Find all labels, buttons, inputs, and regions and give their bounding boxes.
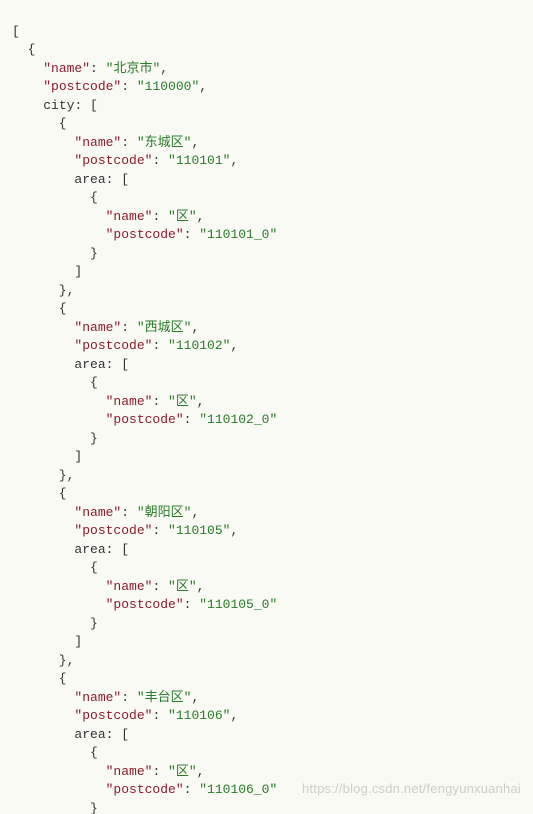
code-line: { bbox=[12, 560, 98, 575]
code-line: "name": "丰台区", bbox=[12, 690, 199, 705]
code-line: "postcode": "110105", bbox=[12, 523, 238, 538]
code-line: ] bbox=[12, 634, 82, 649]
code-line: "name": "区", bbox=[12, 579, 204, 594]
code-line: "name": "区", bbox=[12, 764, 204, 779]
code-block: [ { "name": "北京市", "postcode": "110000",… bbox=[0, 0, 533, 814]
code-line: { bbox=[12, 190, 98, 205]
code-line: area: [ bbox=[12, 727, 129, 742]
code-line: }, bbox=[12, 283, 74, 298]
code-line: [ bbox=[12, 24, 20, 39]
code-line: "postcode": "110106_0" bbox=[12, 782, 277, 797]
code-line: "name": "区", bbox=[12, 209, 204, 224]
code-line: "postcode": "110000", bbox=[12, 79, 207, 94]
code-line: ] bbox=[12, 449, 82, 464]
code-line: } bbox=[12, 801, 98, 814]
code-line: "postcode": "110101", bbox=[12, 153, 238, 168]
code-line: ] bbox=[12, 264, 82, 279]
code-line: }, bbox=[12, 653, 74, 668]
code-line: area: [ bbox=[12, 172, 129, 187]
code-line: { bbox=[12, 745, 98, 760]
code-line: "postcode": "110102_0" bbox=[12, 412, 277, 427]
code-line: { bbox=[12, 116, 67, 131]
code-line: "name": "北京市", bbox=[12, 61, 168, 76]
code-line: "postcode": "110102", bbox=[12, 338, 238, 353]
code-line: } bbox=[12, 616, 98, 631]
code-line: "name": "西城区", bbox=[12, 320, 199, 335]
code-line: { bbox=[12, 486, 67, 501]
code-line: }, bbox=[12, 468, 74, 483]
code-line: } bbox=[12, 431, 98, 446]
code-line: { bbox=[12, 375, 98, 390]
code-line: "name": "东城区", bbox=[12, 135, 199, 150]
code-line: { bbox=[12, 671, 67, 686]
code-line: { bbox=[12, 301, 67, 316]
code-line: "postcode": "110101_0" bbox=[12, 227, 277, 242]
code-line: area: [ bbox=[12, 357, 129, 372]
code-line: { bbox=[12, 42, 35, 57]
code-line: "name": "朝阳区", bbox=[12, 505, 199, 520]
code-line: "name": "区", bbox=[12, 394, 204, 409]
code-line: city: [ bbox=[12, 98, 98, 113]
code-line: "postcode": "110106", bbox=[12, 708, 238, 723]
code-line: } bbox=[12, 246, 98, 261]
code-line: "postcode": "110105_0" bbox=[12, 597, 277, 612]
code-line: area: [ bbox=[12, 542, 129, 557]
